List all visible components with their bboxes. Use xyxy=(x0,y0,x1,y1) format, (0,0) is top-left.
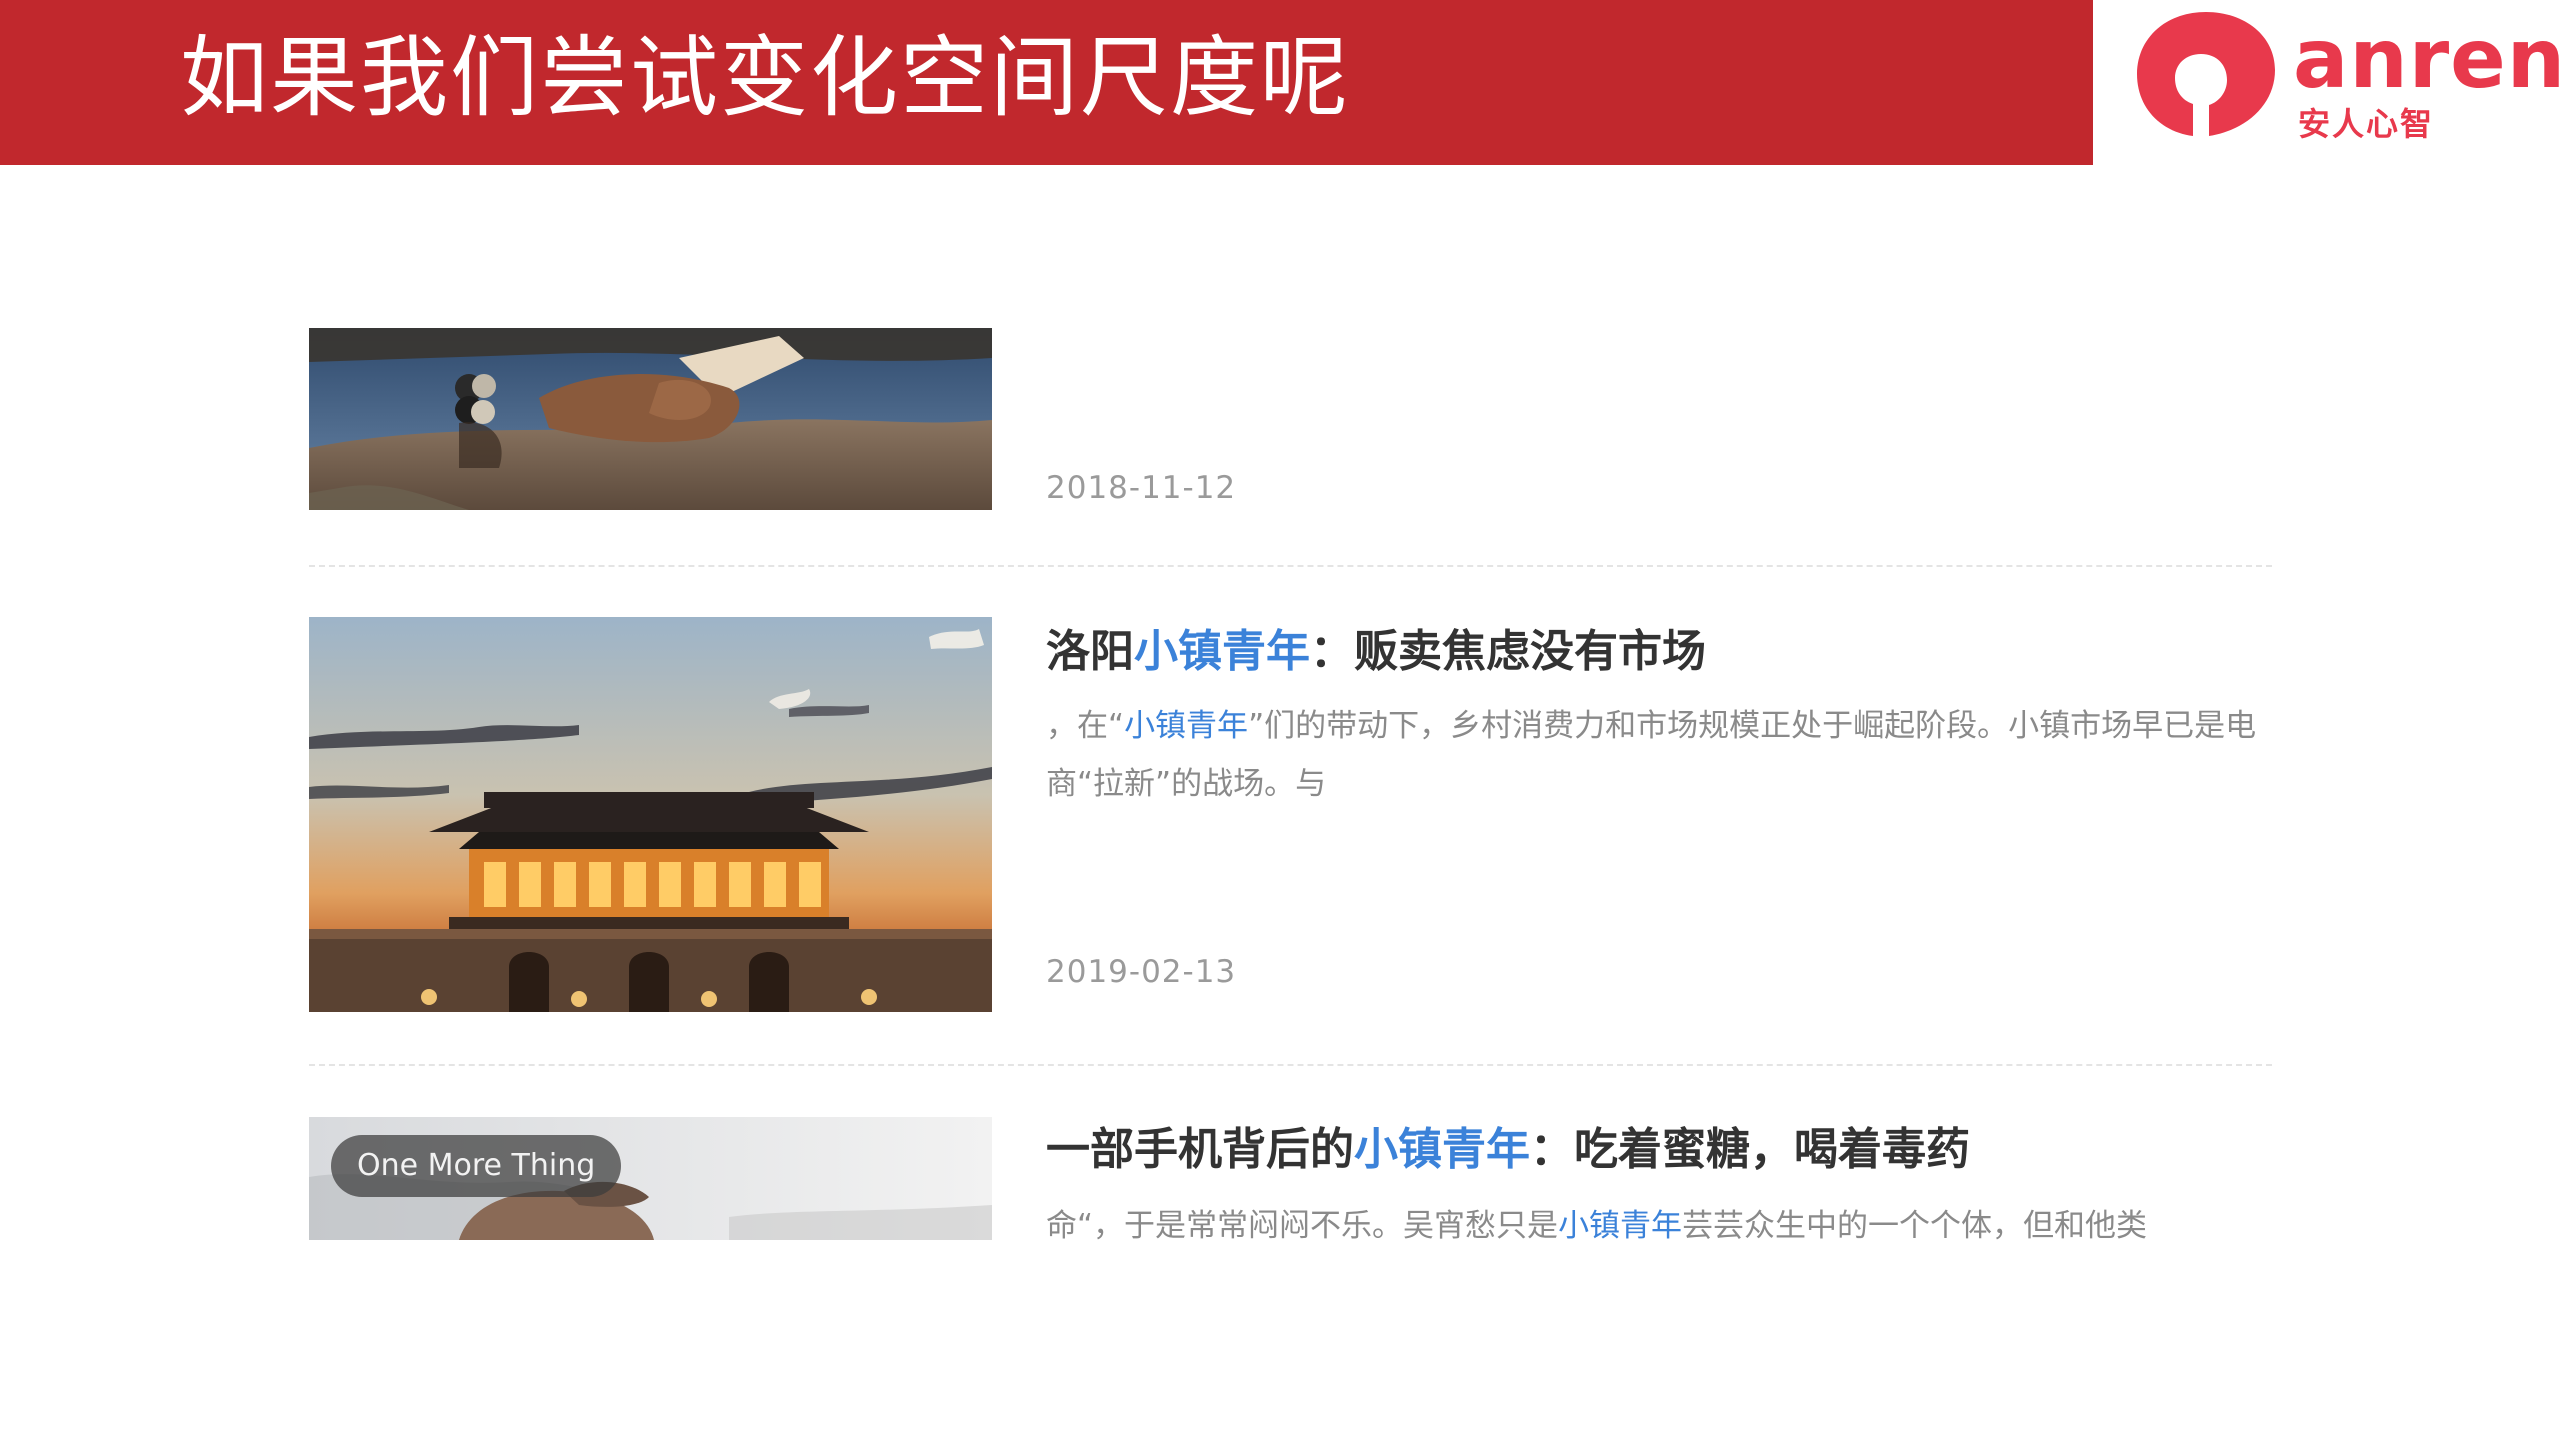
hands-holding-book-image xyxy=(309,328,992,510)
summary-keyword-highlight: 小镇青年 xyxy=(1558,1208,1683,1240)
article-title[interactable]: 洛阳小镇青年：贩卖焦虑没有市场 xyxy=(1046,622,1706,682)
article-thumbnail[interactable] xyxy=(309,617,992,1012)
article-thumbnail[interactable] xyxy=(309,328,992,510)
illuminated-palace-image xyxy=(309,617,992,1012)
article-feed: 2018-11-12 洛阳小镇青年：贩卖焦虑没有市场 ，在“小镇青年”们的带动下… xyxy=(309,0,2272,1440)
article-divider xyxy=(309,1064,2272,1066)
title-text: ：吃着蜜糖，喝着毒药 xyxy=(1530,1124,1970,1175)
title-text: 洛阳 xyxy=(1046,626,1134,677)
article-summary: 命“，于是常常闷闷不乐。吴宵愁只是小镇青年芸芸众生中的一个个体，但和他类 xyxy=(1046,1197,2261,1240)
title-keyword-highlight: 小镇青年 xyxy=(1134,626,1310,677)
title-keyword-highlight: 小镇青年 xyxy=(1354,1124,1530,1175)
summary-text: 芸芸众生中的一个个体，但和他类 xyxy=(1682,1208,2148,1240)
article-card-2[interactable]: 洛阳小镇青年：贩卖焦虑没有市场 ，在“小镇青年”们的带动下，乡村消费力和市场规模… xyxy=(309,617,2272,1012)
article-summary: ，在“小镇青年”们的带动下，乡村消费力和市场规模正处于崛起阶段。小镇市场早已是电… xyxy=(1046,697,2261,813)
one-more-thing-badge: One More Thing xyxy=(331,1135,622,1197)
title-text: 一部手机背后的 xyxy=(1046,1124,1354,1175)
summary-text: 命“，于是常常闷闷不乐。吴宵愁只是 xyxy=(1046,1208,1559,1240)
article-card-3[interactable]: One More Thing 一部手机背后的小镇青年：吃着蜜糖，喝着毒药 命“，… xyxy=(309,1117,2272,1240)
article-date: 2018-11-12 xyxy=(1046,470,1237,506)
article-date: 2019-02-13 xyxy=(1046,954,1237,990)
summary-keyword-highlight: 小镇青年 xyxy=(1124,708,1249,744)
title-text: ：贩卖焦虑没有市场 xyxy=(1310,626,1706,677)
article-thumbnail[interactable]: One More Thing xyxy=(309,1117,992,1240)
logo-wordmark: anren xyxy=(2293,12,2560,107)
article-card-1[interactable]: 2018-11-12 xyxy=(309,328,2272,510)
logo-chinese-name: 安人心智 xyxy=(2298,105,2435,143)
article-title[interactable]: 一部手机背后的小镇青年：吃着蜜糖，喝着毒药 xyxy=(1046,1120,1970,1180)
summary-text: ，在“ xyxy=(1046,708,1125,744)
article-divider xyxy=(309,565,2272,567)
